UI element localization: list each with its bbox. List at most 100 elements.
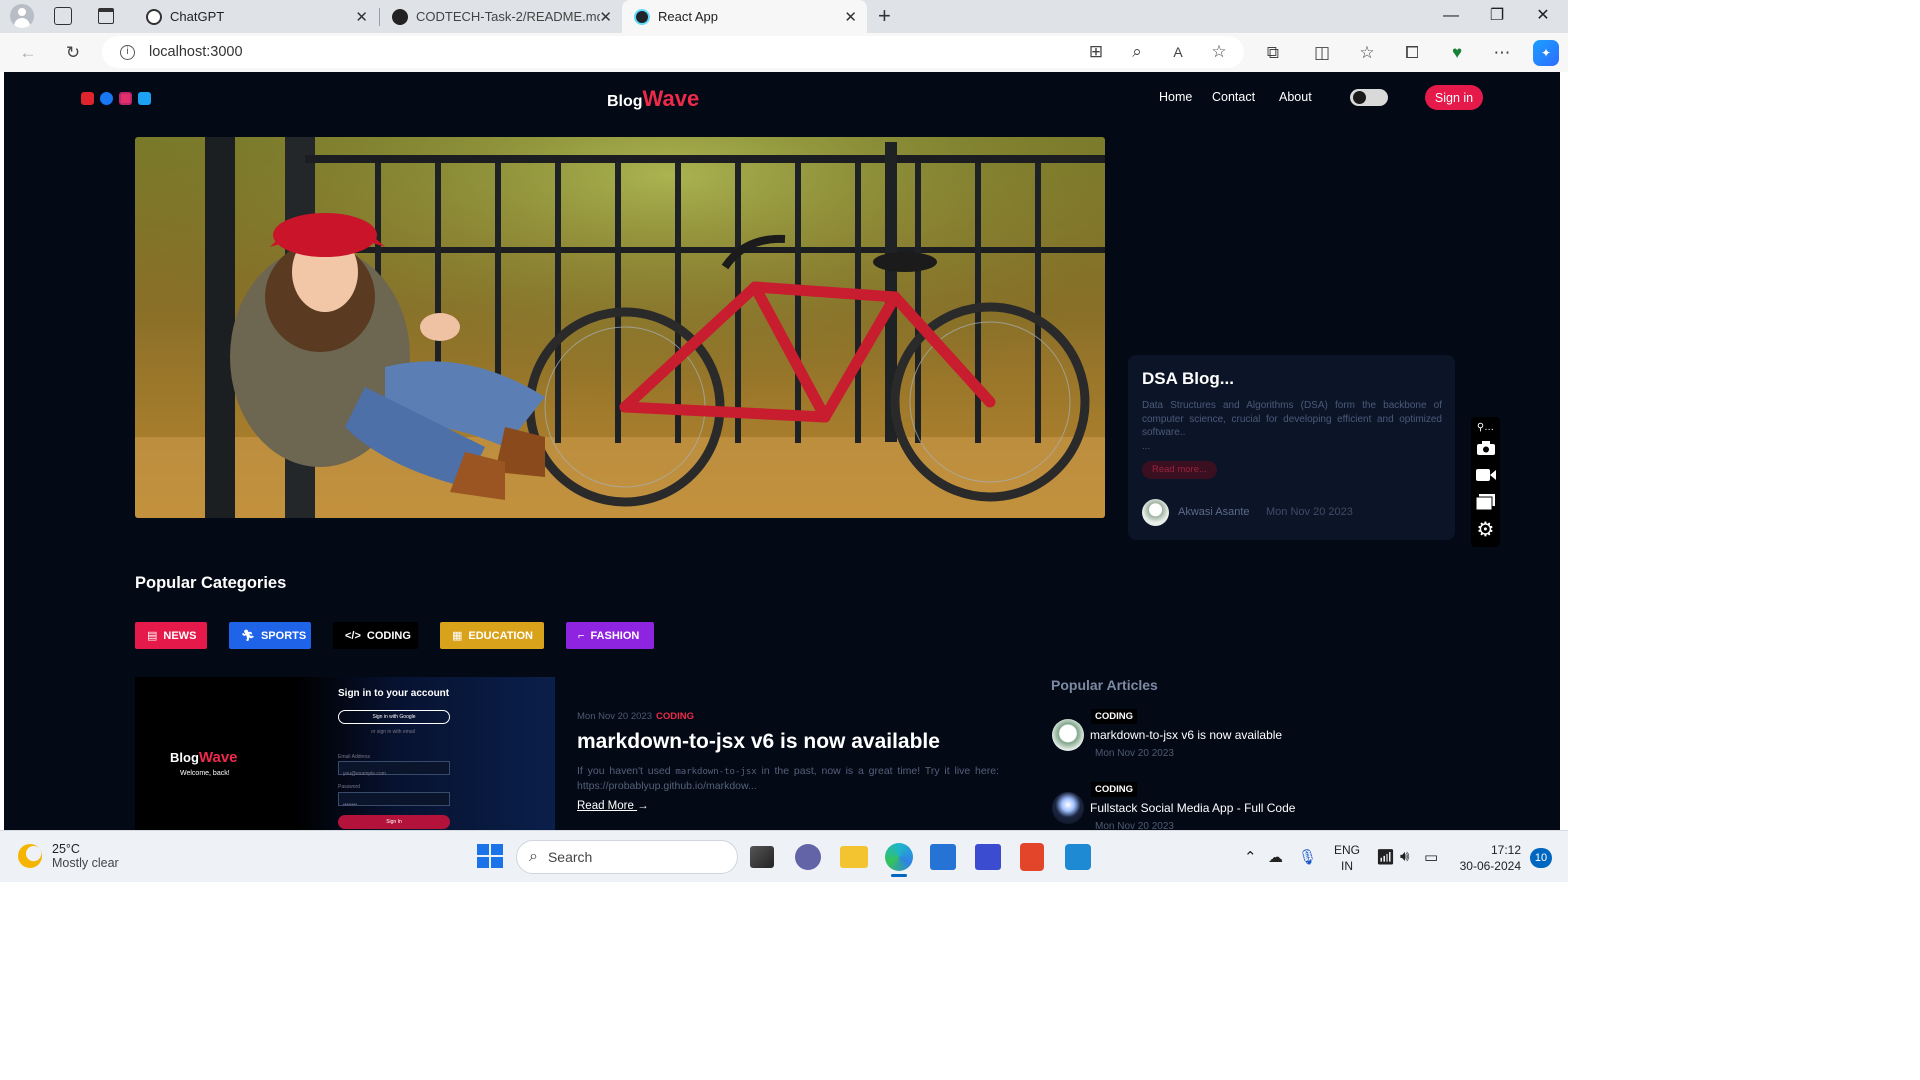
tab-github[interactable]: CODTECH-Task-2/README.md at ✕ xyxy=(380,0,622,33)
featured-post-title[interactable]: DSA Blog... xyxy=(1142,369,1234,389)
logo-part2: Wave xyxy=(642,86,700,111)
maximize-button[interactable]: ❐ xyxy=(1474,4,1520,28)
article-title[interactable]: markdown-to-jsx v6 is now available xyxy=(577,730,940,754)
newspaper-icon: ▤ xyxy=(147,630,158,642)
site-logo[interactable]: BlogWave xyxy=(607,86,699,112)
split-screen-icon[interactable]: ◫ xyxy=(1309,40,1335,66)
pin-more-icon[interactable]: ⚲… xyxy=(1475,417,1496,438)
video-camera-icon[interactable] xyxy=(1475,464,1496,485)
vscode-icon[interactable] xyxy=(1065,844,1091,870)
react-favicon-icon xyxy=(634,8,650,25)
article-thumbnail[interactable]: BlogWave Welcome, back! Sign in to your … xyxy=(135,677,555,830)
tab-chatgpt[interactable]: ChatGPT ✕ xyxy=(134,0,378,33)
category-fashion-button[interactable]: ⌐ FASHION xyxy=(566,622,654,649)
start-button-icon[interactable] xyxy=(475,842,503,870)
hero-image[interactable] xyxy=(135,137,1105,518)
tab-actions-icon[interactable] xyxy=(98,8,114,24)
language-indicator[interactable]: ENG IN xyxy=(1334,842,1360,874)
edge-browser-icon[interactable] xyxy=(885,843,913,871)
close-tab-icon[interactable]: ✕ xyxy=(844,8,857,26)
category-news-button[interactable]: ▤ NEWS xyxy=(135,622,207,649)
read-aloud-icon[interactable]: A xyxy=(1165,39,1191,65)
taskbar-search[interactable]: ⌕ Search xyxy=(516,840,738,874)
weather-widget[interactable]: 25°C Mostly clear xyxy=(18,842,119,870)
instagram-icon[interactable] xyxy=(119,92,132,105)
close-tab-icon[interactable]: ✕ xyxy=(599,8,612,26)
popular-article-date: Mon Nov 20 2023 xyxy=(1095,821,1174,830)
gallery-icon[interactable] xyxy=(1475,491,1496,512)
powerautomate-icon[interactable] xyxy=(975,844,1001,870)
close-window-button[interactable]: ✕ xyxy=(1520,4,1566,28)
browser-essentials-icon[interactable]: ♥ xyxy=(1444,40,1470,66)
popular-article-category[interactable]: CODING xyxy=(1091,709,1137,724)
category-sports-button[interactable]: 🏃︎ SPORTS xyxy=(229,622,311,649)
thumb-google-button: Sign in with Google xyxy=(338,710,450,724)
popular-article-title[interactable]: markdown-to-jsx v6 is now available xyxy=(1090,728,1282,742)
minimize-button[interactable]: — xyxy=(1428,4,1474,28)
article-read-more-link[interactable]: Read More → xyxy=(577,800,649,812)
tab-label: React App xyxy=(658,9,718,24)
office-icon[interactable] xyxy=(1020,843,1044,871)
more-menu-icon[interactable]: ⋯ xyxy=(1489,40,1515,66)
theme-toggle[interactable] xyxy=(1350,89,1388,106)
nav-home[interactable]: Home xyxy=(1159,90,1192,104)
app-available-icon[interactable]: ⊞ xyxy=(1083,39,1109,65)
thumb-logo: BlogWave xyxy=(170,749,238,766)
extensions-icon[interactable]: ⧉ xyxy=(1260,40,1286,66)
thumb-password-field: •••••••• xyxy=(338,792,450,808)
close-tab-icon[interactable]: ✕ xyxy=(355,8,368,26)
camera-icon[interactable] xyxy=(1475,437,1496,458)
microsoft-store-icon[interactable] xyxy=(930,844,956,870)
wifi-icon[interactable]: 📶︎ xyxy=(1376,848,1395,866)
popular-article-title[interactable]: Fullstack Social Media App - Full Code xyxy=(1090,801,1295,815)
nav-about[interactable]: About xyxy=(1279,90,1312,104)
back-arrow-icon[interactable]: ← xyxy=(15,40,41,66)
author-name[interactable]: Akwasi Asante xyxy=(1178,506,1250,518)
code-icon: </> xyxy=(345,629,361,642)
popular-article-avatar xyxy=(1052,719,1084,751)
new-tab-button[interactable]: + xyxy=(878,3,891,29)
site-info-icon[interactable]: i xyxy=(120,44,135,60)
clock[interactable]: 17:12 30-06-2024 xyxy=(1455,842,1521,874)
favorites-icon[interactable]: ☆ xyxy=(1354,40,1380,66)
author-avatar xyxy=(1142,499,1169,526)
sign-in-button[interactable]: Sign in xyxy=(1425,85,1483,110)
teams-chat-icon[interactable] xyxy=(795,844,821,870)
read-more-button[interactable]: Read more... xyxy=(1142,461,1217,479)
address-bar[interactable]: i localhost:3000 xyxy=(102,36,1244,68)
tab-react-app[interactable]: React App ✕ xyxy=(622,0,867,33)
onedrive-icon[interactable]: ☁ xyxy=(1268,848,1283,866)
notification-badge[interactable]: 10 xyxy=(1530,848,1552,868)
category-education-button[interactable]: ▦ EDUCATION xyxy=(440,622,544,649)
education-icon: ▦ xyxy=(452,630,463,642)
facebook-icon[interactable] xyxy=(100,92,113,105)
post-date: Mon Nov 20 2023 xyxy=(1266,506,1353,518)
volume-icon[interactable]: 🔊︎ xyxy=(1400,848,1409,865)
nav-contact[interactable]: Contact xyxy=(1212,90,1255,104)
reload-icon[interactable]: ↻ xyxy=(60,40,86,66)
chatgpt-favicon-icon xyxy=(146,8,162,25)
zoom-icon[interactable]: ⌕ xyxy=(1124,39,1150,65)
file-explorer-icon[interactable] xyxy=(840,846,868,868)
category-coding-button[interactable]: </> CODING xyxy=(333,622,418,649)
article-meta: Mon Nov 20 2023 CODING xyxy=(577,711,694,722)
region-code: IN xyxy=(1341,859,1353,873)
youtube-icon[interactable] xyxy=(81,92,94,105)
twitter-icon[interactable] xyxy=(138,92,151,105)
microphone-icon[interactable]: 🎙︎ xyxy=(1298,848,1317,866)
task-view-icon[interactable] xyxy=(750,846,774,868)
workspaces-icon[interactable] xyxy=(54,7,72,25)
article-date: Mon Nov 20 2023 xyxy=(577,711,652,722)
settings-gear-icon[interactable]: ⚙ xyxy=(1475,519,1496,541)
favorite-star-icon[interactable]: ☆ xyxy=(1206,39,1232,65)
url-text[interactable]: localhost:3000 xyxy=(149,44,243,60)
battery-icon[interactable]: ▭ xyxy=(1424,848,1438,866)
show-hidden-icons-chevron-up-icon[interactable]: ⌃ xyxy=(1244,848,1257,866)
popular-article-category[interactable]: CODING xyxy=(1091,782,1137,797)
collections-icon[interactable]: ⧠ xyxy=(1399,40,1425,66)
copilot-icon[interactable]: ✦ xyxy=(1533,40,1559,66)
tab-label: CODTECH-Task-2/README.md at xyxy=(416,9,600,24)
web-page: BlogWave Home Contact About Sign in DSA … xyxy=(4,72,1560,830)
running-icon: 🏃︎ xyxy=(241,630,255,642)
profile-icon[interactable] xyxy=(10,4,34,28)
